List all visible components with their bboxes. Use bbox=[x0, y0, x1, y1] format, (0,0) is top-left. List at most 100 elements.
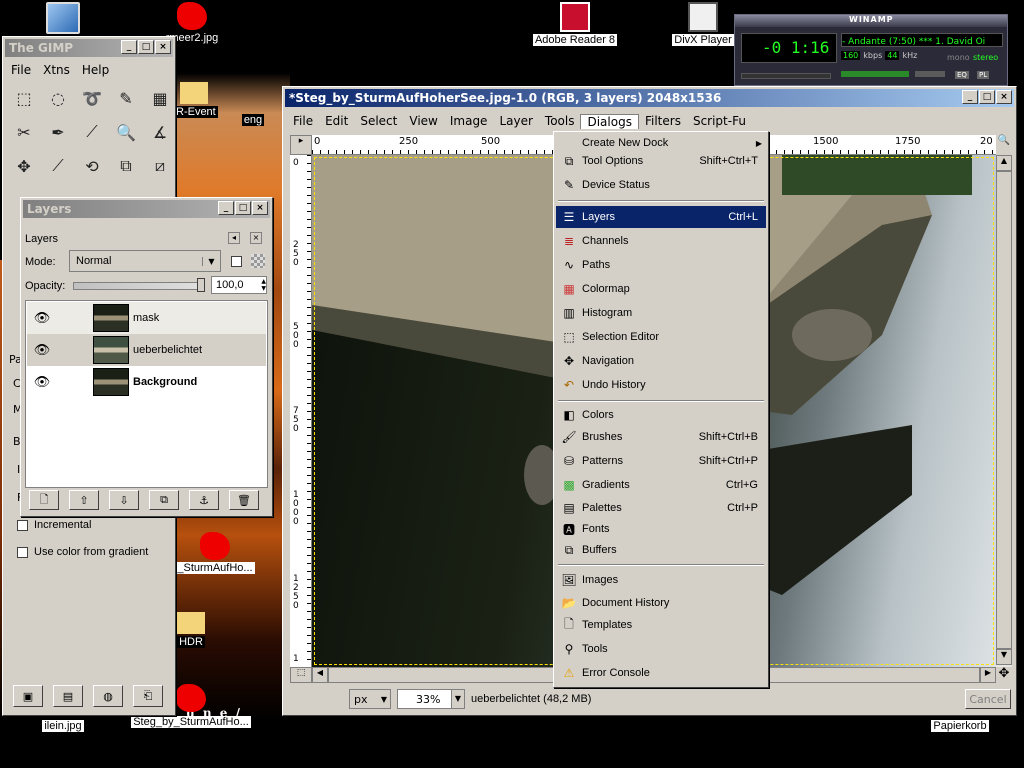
tab-close-icon[interactable]: × bbox=[250, 232, 262, 244]
menu-item-buffers[interactable]: ⧉ Buffers bbox=[556, 539, 766, 561]
save-options-button[interactable]: ▣ bbox=[13, 685, 43, 707]
color-select-tool-icon[interactable]: ▦ bbox=[145, 83, 175, 113]
menu-item-navigation[interactable]: ✥ Navigation bbox=[556, 350, 766, 372]
tab-menu-icon[interactable]: ◂ bbox=[228, 232, 240, 244]
desktop-icon-eng[interactable]: eng bbox=[228, 112, 278, 126]
scroll-left-icon[interactable]: ◀ bbox=[312, 667, 328, 683]
winamp-titlebar[interactable]: WINAMP bbox=[735, 15, 1007, 27]
menu-item-templates[interactable]: 🗋 Templates bbox=[556, 614, 766, 636]
lasso-tool-icon[interactable]: ➰ bbox=[77, 83, 107, 113]
menu-item-patterns[interactable]: ⛁ Patterns Shift+Ctrl+P bbox=[556, 450, 766, 472]
menu-item-colors[interactable]: ◧ Colors bbox=[556, 404, 766, 426]
crop-tool-icon[interactable]: ⟋ bbox=[43, 151, 73, 181]
maximize-button[interactable]: □ bbox=[235, 201, 251, 215]
menu-item-palettes[interactable]: ▤ Palettes Ctrl+P bbox=[556, 497, 766, 519]
mode-select[interactable]: Normal ▼ bbox=[69, 250, 221, 272]
minimize-button[interactable]: _ bbox=[962, 90, 978, 104]
rect-select-tool-icon[interactable]: ⬚ bbox=[9, 83, 39, 113]
menu-edit[interactable]: Edit bbox=[319, 114, 354, 128]
winamp-pl-button[interactable]: PL bbox=[977, 71, 990, 79]
menu-item-brushes[interactable]: 🖌 Brushes Shift+Ctrl+B bbox=[556, 426, 766, 448]
menu-item-histogram[interactable]: ▥ Histogram bbox=[556, 302, 766, 324]
scale-tool-icon[interactable]: ⧉ bbox=[111, 151, 141, 181]
menu-xtns[interactable]: Xtns bbox=[37, 63, 76, 77]
vertical-ruler[interactable]: 0 250 500 750 1000 1250 1 bbox=[290, 155, 312, 667]
layers-dialog-window[interactable]: Layers _ □ × Layers ◂ × Mode: Normal ▼ O… bbox=[20, 197, 273, 517]
opacity-spinbox[interactable]: 100,0 ▲ ▼ bbox=[211, 276, 267, 294]
menu-item-undo-history[interactable]: ↶ Undo History bbox=[556, 374, 766, 396]
menu-item-colormap[interactable]: ▦ Colormap bbox=[556, 278, 766, 300]
scroll-up-icon[interactable]: ▲ bbox=[996, 155, 1012, 171]
new-layer-button[interactable]: 🗋 bbox=[29, 490, 59, 510]
menu-item-document-history[interactable]: 📂 Document History bbox=[556, 592, 766, 614]
fuzzy-select-tool-icon[interactable]: ✎ bbox=[111, 83, 141, 113]
menu-item-selection-editor[interactable]: ⬚ Selection Editor bbox=[556, 326, 766, 348]
menu-item-images[interactable]: 🖼 Images bbox=[556, 569, 766, 591]
vertical-scrollbar[interactable]: ▲ ▼ bbox=[996, 155, 1012, 667]
desktop-icon-adobe-reader[interactable]: Adobe Reader 8 bbox=[520, 2, 630, 46]
zoom-tool-icon[interactable]: 🔍 bbox=[111, 117, 141, 147]
menu-item-gradients[interactable]: ▩ Gradients Ctrl+G bbox=[556, 474, 766, 496]
desktop-icon-recycle-bin[interactable]: Papierkorb bbox=[905, 718, 1015, 732]
menu-item-layers[interactable]: ☰ Layers Ctrl+L bbox=[556, 206, 766, 228]
eye-icon[interactable]: 👁 bbox=[27, 311, 57, 326]
layer-row-mask[interactable]: 👁 mask bbox=[27, 302, 266, 334]
duplicate-layer-button[interactable]: ⧉ bbox=[149, 490, 179, 510]
menu-file[interactable]: File bbox=[287, 114, 319, 128]
move-tool-icon[interactable]: ✥ bbox=[9, 151, 39, 181]
delete-options-button[interactable]: ◍ bbox=[93, 685, 123, 707]
maximize-button[interactable]: □ bbox=[979, 90, 995, 104]
scissors-tool-icon[interactable]: ✂ bbox=[9, 117, 39, 147]
incremental-option[interactable]: Incremental bbox=[17, 519, 91, 531]
desktop-icon-sturm-aufho[interactable]: _SturmAufHo... bbox=[160, 532, 270, 574]
raise-layer-button[interactable]: ⇧ bbox=[69, 490, 99, 510]
cancel-button[interactable]: Cancel bbox=[965, 689, 1011, 709]
winamp-window[interactable]: WINAMP -0 1:16 - Andante (7:50) *** 1. D… bbox=[734, 14, 1008, 86]
scroll-thumb[interactable] bbox=[996, 171, 1012, 649]
desktop-icon-my-computer[interactable] bbox=[8, 2, 118, 34]
gimp-toolbox-titlebar[interactable]: The GIMP _ □ × bbox=[5, 39, 173, 57]
winamp-seek-bar[interactable] bbox=[741, 73, 831, 79]
menu-item-paths[interactable]: ∿ Paths bbox=[556, 254, 766, 276]
quick-mask-icon[interactable]: ⬚ bbox=[290, 667, 312, 683]
menu-item-tool-options[interactable]: ⧉ Tool Options Shift+Ctrl+T bbox=[556, 150, 766, 172]
winamp-eq-button[interactable]: EQ bbox=[955, 71, 969, 79]
layer-row-ueberbelichtet[interactable]: 👁 ueberbelichtet bbox=[27, 334, 266, 366]
measure-tool-icon[interactable]: ∡ bbox=[145, 117, 175, 147]
navigate-icon[interactable]: ✥ bbox=[996, 667, 1012, 683]
preserve-transparency-checkbox[interactable] bbox=[231, 256, 242, 267]
menu-dialogs[interactable]: Dialogs bbox=[580, 113, 639, 129]
menu-file[interactable]: File bbox=[5, 63, 37, 77]
zoom-navigate-icon[interactable]: 🔍 bbox=[996, 135, 1012, 155]
menu-select[interactable]: Select bbox=[354, 114, 403, 128]
eye-icon[interactable]: 👁 bbox=[27, 375, 57, 390]
menu-item-fonts[interactable]: 🅰 Fonts bbox=[556, 518, 766, 540]
use-color-gradient-checkbox[interactable] bbox=[17, 546, 28, 558]
foreground-select-tool-icon[interactable]: ✒ bbox=[43, 117, 73, 147]
use-color-gradient-option[interactable]: Use color from gradient bbox=[17, 546, 148, 558]
opacity-slider-handle[interactable] bbox=[197, 278, 205, 292]
rotate-tool-icon[interactable]: ⟲ bbox=[77, 151, 107, 181]
zoom-select[interactable]: 33% ▼ bbox=[397, 689, 465, 709]
close-button[interactable]: × bbox=[996, 90, 1012, 104]
paths-tool-icon[interactable]: ⟋ bbox=[77, 117, 107, 147]
close-button[interactable]: × bbox=[252, 201, 268, 215]
winamp-volume-slider[interactable] bbox=[841, 71, 909, 77]
delete-layer-button[interactable]: 🗑 bbox=[229, 490, 259, 510]
unit-select[interactable]: px ▼ bbox=[349, 689, 391, 709]
winamp-balance-slider[interactable] bbox=[915, 71, 945, 77]
minimize-button[interactable]: _ bbox=[121, 40, 137, 54]
layers-dialog-titlebar[interactable]: Layers _ □ × bbox=[23, 200, 270, 218]
menu-image[interactable]: Image bbox=[444, 114, 494, 128]
menu-script-fu[interactable]: Script-Fu bbox=[687, 114, 752, 128]
scroll-down-icon[interactable]: ▼ bbox=[996, 649, 1012, 665]
close-button[interactable]: × bbox=[155, 40, 171, 54]
minimize-button[interactable]: _ bbox=[218, 201, 234, 215]
incremental-checkbox[interactable] bbox=[17, 519, 28, 531]
menu-item-device-status[interactable]: ✎ Device Status bbox=[556, 174, 766, 196]
ruler-corner[interactable]: ▸ bbox=[290, 135, 312, 155]
shear-tool-icon[interactable]: ⧄ bbox=[145, 151, 175, 181]
opacity-slider[interactable] bbox=[73, 282, 205, 290]
scroll-right-icon[interactable]: ▶ bbox=[980, 667, 996, 683]
menu-filters[interactable]: Filters bbox=[639, 114, 687, 128]
